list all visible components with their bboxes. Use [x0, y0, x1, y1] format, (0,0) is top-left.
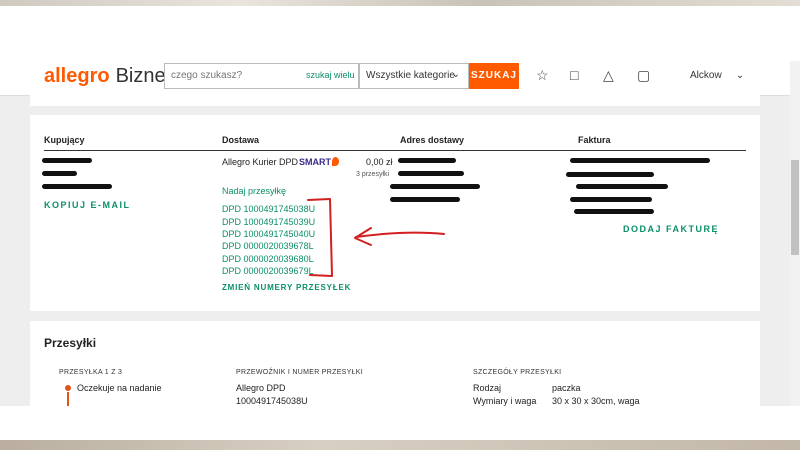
search-button[interactable]: SZUKAJ — [469, 63, 519, 89]
carrier-tracking-number: 1000491745038U — [236, 396, 308, 406]
search-many-link[interactable]: szukaj wielu — [306, 70, 355, 80]
smart-pin-icon — [332, 157, 339, 166]
delivery-price: 0,00 zł — [366, 157, 393, 167]
redacted-address-street — [398, 171, 464, 176]
scrollbar-thumb[interactable] — [791, 160, 799, 255]
logo-brand: allegro — [44, 65, 110, 87]
parcel-status: Oczekuje na nadanie — [77, 383, 162, 393]
allegro-biznes-logo[interactable]: allegro Biznes — [44, 65, 176, 88]
chat-icon[interactable]: □ — [570, 67, 578, 83]
header-divider — [44, 150, 746, 151]
status-dot-icon — [65, 385, 71, 391]
column-header-address: Adres dostawy — [400, 135, 465, 145]
redacted-invoice-line — [574, 209, 654, 214]
send-parcel-link[interactable]: Nadaj przesyłkę — [222, 186, 286, 196]
redacted-buyer-phone — [42, 184, 112, 189]
redacted-invoice-company — [570, 158, 710, 163]
shipments-title: Przesyłki — [44, 336, 97, 350]
redacted-invoice-line — [576, 184, 668, 189]
tracking-number-link[interactable]: DPD 1000491745040U — [222, 229, 315, 239]
cart-icon[interactable]: ▢ — [637, 67, 650, 84]
copy-email-button[interactable]: KOPIUJ E-MAIL — [44, 200, 131, 210]
redacted-invoice-line — [566, 172, 654, 177]
redacted-buyer-login — [42, 171, 77, 176]
change-tracking-numbers-button[interactable]: ZMIEŃ NUMERY PRZESYŁEK — [222, 283, 351, 292]
column-header-invoice: Faktura — [578, 135, 611, 145]
parcel-dimensions-value: 30 x 30 x 30cm, waga — [552, 396, 640, 406]
parcel-type-key: Rodzaj — [473, 383, 502, 393]
smart-label: SMART — [299, 157, 331, 167]
carrier-section-label: PRZEWOŹNIK I NUMER PRZESYŁKI — [236, 369, 364, 376]
details-section-label: SZCZEGÓŁY PRZESYŁKI — [473, 369, 562, 376]
chevron-down-icon: ⌄ — [451, 69, 460, 80]
add-invoice-button[interactable]: DODAJ FAKTURĘ — [623, 224, 719, 234]
previous-card — [30, 95, 760, 106]
tracking-number-link[interactable]: DPD 0000020039679L — [222, 266, 314, 276]
tracking-number-link[interactable]: DPD 1000491745039U — [222, 217, 315, 227]
bell-icon[interactable]: △ — [603, 67, 614, 84]
top-header: allegro Biznes czego szukasz? szukaj wiel… — [0, 61, 800, 96]
redacted-address-city — [390, 184, 480, 189]
status-timeline — [67, 392, 69, 406]
tracking-number-link[interactable]: DPD 1000491745038U — [222, 204, 315, 214]
shipments-card — [30, 321, 760, 411]
carrier-name: Allegro DPD — [236, 383, 286, 393]
smart-badge: SMART — [299, 157, 339, 167]
parcel-counter: PRZESYŁKA 1 Z 3 — [59, 369, 123, 376]
category-value: Wszystkie kategorie — [366, 70, 455, 81]
account-name: Alckow — [690, 70, 722, 81]
bottom-screen-edge — [0, 440, 800, 450]
star-icon[interactable]: ☆ — [536, 67, 549, 84]
redacted-invoice-line — [570, 197, 652, 202]
chevron-down-icon: ⌄ — [735, 70, 745, 81]
category-select[interactable]: Wszystkie kategorie ⌄ — [359, 63, 469, 89]
parcels-count: 3 przesyłki — [356, 171, 390, 178]
redacted-address-name — [398, 158, 456, 163]
parcel-type-value: paczka — [552, 383, 581, 393]
redacted-address-phone — [390, 197, 460, 202]
tracking-number-link[interactable]: DPD 0000020039678L — [222, 241, 314, 251]
blank-area — [0, 6, 800, 61]
column-header-buyer: Kupujący — [44, 135, 85, 145]
delivery-method: Allegro Kurier DPD — [222, 157, 299, 167]
blank-area — [0, 406, 800, 440]
tracking-number-link[interactable]: DPD 0000020039680L — [222, 254, 314, 264]
column-header-delivery: Dostawa — [222, 135, 260, 145]
account-menu[interactable]: Alckow ⌄ — [690, 70, 744, 81]
parcel-dimensions-key: Wymiary i waga — [473, 396, 537, 406]
redacted-buyer-name — [42, 158, 92, 163]
